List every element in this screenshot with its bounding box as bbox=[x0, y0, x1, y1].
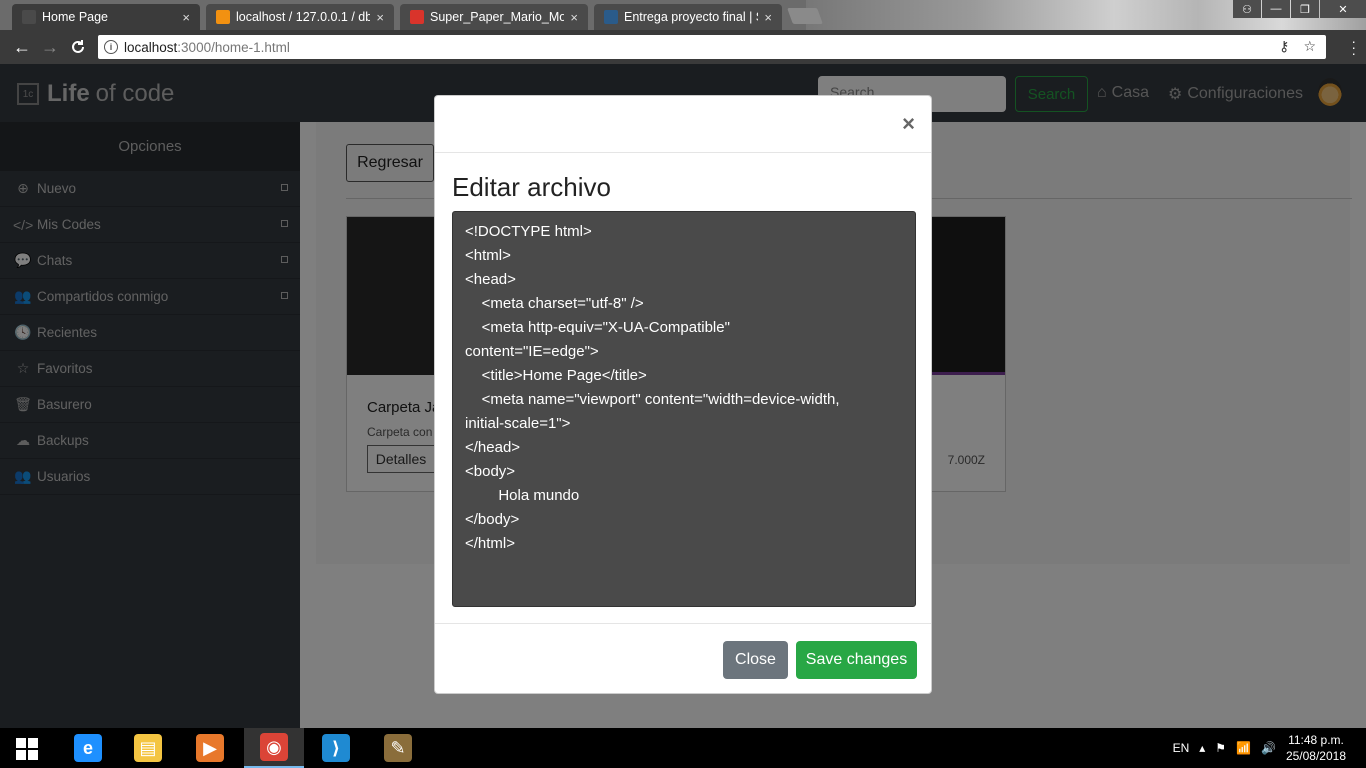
url-host: localhost bbox=[124, 39, 178, 55]
chevron-up-icon[interactable]: ▴ bbox=[1199, 741, 1205, 755]
flag-icon[interactable]: ⚑ bbox=[1215, 741, 1226, 755]
tab-title: Super_Paper_Mario_MoP bbox=[430, 10, 565, 24]
network-icon[interactable]: 📶 bbox=[1236, 741, 1251, 755]
vscode-icon: ⟩ bbox=[322, 734, 350, 762]
tab-favicon-icon bbox=[22, 10, 36, 24]
code-line: <title>Home Page</title> bbox=[465, 367, 647, 384]
taskbar-app-ie[interactable]: e bbox=[58, 728, 118, 768]
chrome-icon: ◉ bbox=[260, 733, 288, 761]
tab-close-icon[interactable]: × bbox=[570, 10, 578, 25]
browser-tab[interactable]: localhost / 127.0.0.1 / db × bbox=[206, 4, 394, 30]
info-icon[interactable]: i bbox=[104, 40, 118, 54]
tab-close-icon[interactable]: × bbox=[764, 10, 772, 25]
key-icon[interactable]: ⚷ bbox=[1279, 38, 1289, 55]
code-line: <meta charset="utf-8" /> bbox=[465, 295, 644, 312]
code-line: <body> bbox=[465, 463, 516, 480]
browser-tab[interactable]: Home Page × bbox=[12, 4, 200, 30]
minimize-button[interactable]: — bbox=[1262, 0, 1290, 18]
code-line: initial-scale=1"> bbox=[465, 415, 571, 432]
tab-title: Home Page bbox=[42, 10, 109, 24]
window-controls: ⚇ — ❐ ✕ bbox=[1232, 0, 1366, 18]
code-line: <html> bbox=[465, 247, 511, 264]
code-line: <head> bbox=[465, 271, 516, 288]
bookmark-star-icon[interactable]: ☆ bbox=[1303, 38, 1316, 55]
maximize-button[interactable]: ❐ bbox=[1291, 0, 1319, 18]
browser-menu-icon[interactable]: · · · bbox=[1351, 34, 1356, 60]
reload-glyph bbox=[72, 40, 84, 53]
back-arrow-icon[interactable]: ← bbox=[10, 35, 34, 59]
edit-file-modal: × Editar archivo <!DOCTYPE html> <html> <h… bbox=[434, 95, 932, 694]
browser-tab[interactable]: Entrega proyecto final | S × bbox=[594, 4, 782, 30]
language-indicator[interactable]: EN bbox=[1173, 741, 1190, 755]
new-tab-button[interactable] bbox=[787, 8, 823, 24]
taskbar-app-chrome[interactable]: ◉ bbox=[244, 728, 304, 768]
modal-header: × bbox=[435, 96, 931, 153]
address-bar[interactable]: i localhost:3000/home-1.html ⚷ ☆ bbox=[98, 35, 1326, 59]
browser-tab[interactable]: Super_Paper_Mario_MoP × bbox=[400, 4, 588, 30]
window-close-button[interactable]: ✕ bbox=[1320, 0, 1366, 18]
tab-favicon-icon bbox=[216, 10, 230, 24]
modal-title: Editar archivo bbox=[452, 172, 611, 202]
code-line: </html> bbox=[465, 535, 516, 552]
browser-toolbar: ← → i localhost:3000/home-1.html ⚷ ☆ · · · bbox=[0, 30, 1366, 64]
code-line: </body> bbox=[465, 511, 520, 528]
save-changes-button[interactable]: Save changes bbox=[796, 641, 917, 679]
taskbar-app-explorer[interactable]: ▤ bbox=[118, 728, 178, 768]
taskbar-app-paint[interactable]: ✎ bbox=[368, 728, 428, 768]
url-path: :3000/home-1.html bbox=[177, 39, 290, 55]
tab-favicon-icon bbox=[604, 10, 618, 24]
code-editor[interactable]: <!DOCTYPE html> <html> <head> <meta charse… bbox=[452, 211, 916, 607]
clock[interactable]: 11:48 p.m. 25/08/2018 bbox=[1286, 732, 1346, 764]
omnibox-actions: ⚷ ☆ bbox=[1279, 38, 1316, 55]
browser-tab-strip: Home Page × localhost / 127.0.0.1 / db × Sup… bbox=[0, 0, 1366, 30]
reload-icon[interactable] bbox=[66, 35, 90, 59]
volume-icon[interactable]: 🔊 bbox=[1261, 741, 1276, 755]
system-tray: EN ▴ ⚑ 📶 🔊 11:48 p.m. 25/08/2018 bbox=[1173, 728, 1346, 768]
code-line: <!DOCTYPE html> bbox=[465, 223, 592, 240]
tab-title: Entrega proyecto final | S bbox=[624, 10, 759, 24]
close-icon[interactable]: × bbox=[902, 113, 915, 135]
code-line: <meta name="viewport" content="width=dev… bbox=[465, 391, 840, 408]
code-line: content="IE=edge"> bbox=[465, 343, 599, 360]
clock-time: 11:48 p.m. bbox=[1288, 733, 1344, 747]
close-button[interactable]: Close bbox=[723, 641, 788, 679]
explorer-icon: ▤ bbox=[134, 734, 162, 762]
paint-icon: ✎ bbox=[384, 734, 412, 762]
clock-date: 25/08/2018 bbox=[1285, 749, 1346, 763]
forward-arrow-icon[interactable]: → bbox=[38, 35, 62, 59]
tab-favicon-icon bbox=[410, 10, 424, 24]
windows-taskbar: e ▤ ▶ ◉ ⟩ ✎ EN ▴ ⚑ 📶 🔊 11:48 p.m. 25/08/2018 bbox=[0, 728, 1366, 768]
user-profile-icon[interactable]: ⚇ bbox=[1233, 0, 1261, 18]
taskbar-app-vscode[interactable]: ⟩ bbox=[306, 728, 366, 768]
code-line: <meta http-equiv="X-UA-Compatible" bbox=[465, 319, 730, 336]
tab-close-icon[interactable]: × bbox=[182, 10, 190, 25]
modal-footer: Close Save changes bbox=[435, 623, 931, 693]
tab-close-icon[interactable]: × bbox=[376, 10, 384, 25]
code-line: Hola mundo bbox=[465, 487, 580, 504]
windows-start-icon[interactable] bbox=[16, 738, 38, 760]
ie-icon: e bbox=[74, 734, 102, 762]
media-icon: ▶ bbox=[196, 734, 224, 762]
code-line: </head> bbox=[465, 439, 521, 456]
taskbar-app-media[interactable]: ▶ bbox=[180, 728, 240, 768]
tab-title: localhost / 127.0.0.1 / db bbox=[236, 10, 371, 24]
